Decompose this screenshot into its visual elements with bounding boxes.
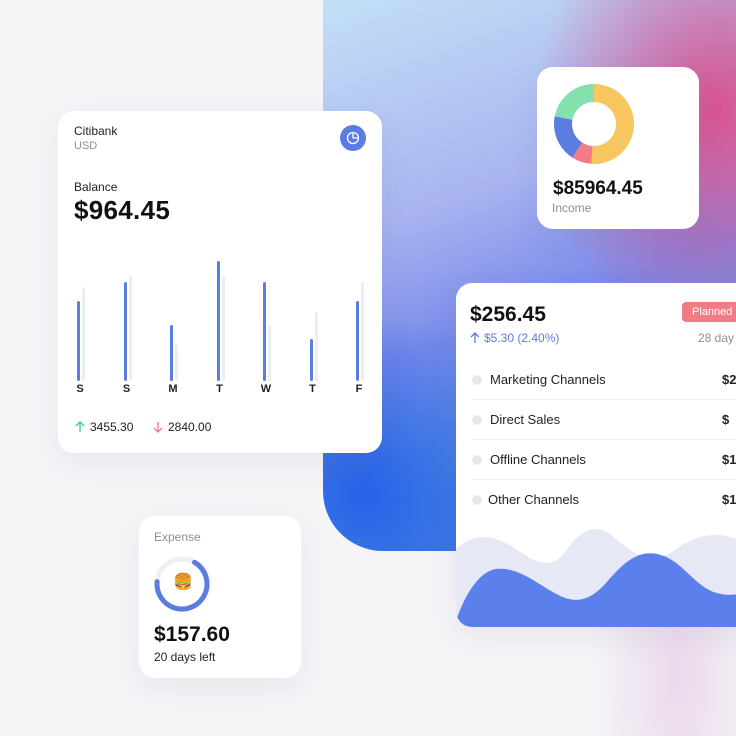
bar-secondary — [221, 276, 225, 381]
income-stat-value: 3455.30 — [90, 420, 134, 434]
channel-name: Offline Channels — [490, 452, 586, 467]
bullet-icon — [472, 415, 482, 425]
channel-amount: $ — [722, 412, 730, 427]
bar-primary — [77, 301, 80, 381]
income-label: Income — [552, 201, 592, 215]
bar-group — [170, 241, 184, 381]
expense-label: Expense — [154, 530, 201, 544]
bar-group — [309, 241, 324, 381]
expense-stat-value: 2840.00 — [168, 420, 212, 434]
day-label: T — [216, 383, 223, 395]
expense-days-left: 20 days left — [154, 650, 216, 664]
bullet-icon — [472, 455, 482, 465]
bar-primary — [216, 260, 220, 381]
arrow-up-icon — [470, 332, 480, 343]
channel-name: Marketing Channels — [490, 372, 606, 387]
day-label: M — [168, 383, 178, 395]
bank-name: Citibank — [74, 124, 118, 138]
bar-group — [216, 241, 231, 381]
bar-secondary — [361, 281, 364, 381]
expense-value: $157.60 — [154, 623, 230, 646]
channel-amount: $1 — [722, 452, 736, 467]
bar-group — [263, 241, 277, 381]
day-label: S — [76, 383, 84, 395]
balance-card: Citibank USD Balance $964.45 3455.30 284… — [58, 111, 382, 453]
channel-row[interactable]: Other Channels $1 — [472, 479, 736, 519]
bar-secondary — [175, 344, 178, 381]
channel-name: Direct Sales — [490, 412, 561, 427]
balance-value: $964.45 — [74, 195, 171, 225]
income-value: $85964.45 — [553, 178, 643, 199]
bar-primary — [123, 281, 127, 381]
bar-secondary — [314, 312, 318, 381]
bullet-icon — [472, 375, 482, 385]
planned-badge[interactable]: Planned — [682, 302, 736, 322]
weekly-bar-chart — [68, 241, 368, 381]
channels-change: $5.30 (2.40%) — [470, 331, 559, 345]
day-label: F — [355, 383, 363, 395]
channel-row[interactable]: Marketing Channels $2 — [472, 359, 736, 400]
bar-secondary — [128, 274, 132, 381]
bullet-icon — [472, 495, 482, 505]
bar-primary — [170, 325, 173, 381]
bar-group — [123, 241, 138, 381]
channels-total: $256.45 — [470, 303, 546, 326]
currency-label: USD — [74, 140, 98, 152]
channel-amount: $2 — [722, 372, 736, 387]
channel-amount: $1 — [722, 492, 736, 507]
channel-row[interactable]: Offline Channels $1 — [472, 439, 736, 480]
bar-primary — [356, 301, 359, 381]
channels-change-value: $5.30 (2.40%) — [484, 331, 560, 345]
bar-group — [77, 241, 91, 381]
days-label: 28 day — [698, 331, 735, 345]
channel-row[interactable]: Direct Sales $ — [472, 399, 736, 440]
day-label: W — [260, 383, 272, 395]
day-label: T — [309, 383, 316, 395]
balance-label: Balance — [74, 180, 118, 194]
bar-secondary — [82, 287, 85, 381]
burger-icon: 🍔 — [173, 574, 193, 591]
bar-group — [356, 241, 370, 381]
day-label: S — [122, 383, 131, 395]
bar-primary — [309, 339, 313, 381]
income-donut-chart — [554, 84, 634, 164]
arrow-down-icon — [153, 422, 163, 433]
expense-stat: 2840.00 — [152, 420, 211, 434]
expense-card: Expense 🍔 $157.60 20 days left — [139, 516, 301, 678]
bar-primary — [263, 281, 266, 381]
channels-card: $256.45 $5.30 (2.40%) Planned 28 day Mar… — [456, 283, 736, 627]
income-card: $85964.45 Income — [537, 67, 699, 229]
bar-secondary — [268, 325, 271, 381]
arrow-up-icon — [75, 421, 85, 432]
area-wave-chart — [456, 529, 736, 627]
channel-name: Other Channels — [488, 492, 580, 507]
income-stat: 3455.30 — [74, 420, 133, 434]
pie-chart-icon[interactable] — [340, 125, 366, 151]
